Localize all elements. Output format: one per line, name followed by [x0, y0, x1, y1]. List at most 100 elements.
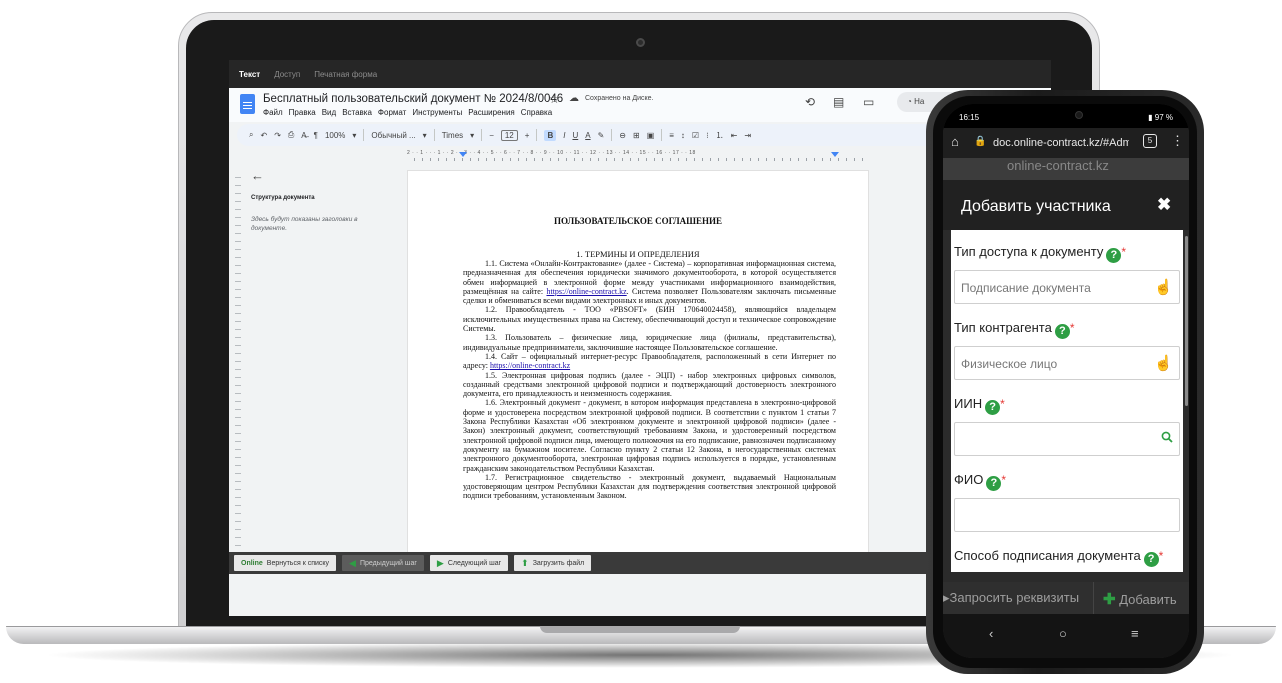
checklist-icon[interactable]: ☑ — [692, 131, 699, 140]
tab-count-button[interactable]: 5 — [1143, 134, 1157, 148]
search-icon[interactable] — [1161, 431, 1173, 443]
menu-format[interactable]: Формат — [378, 108, 406, 117]
menu-insert[interactable]: Вставка — [342, 108, 372, 117]
help-icon[interactable]: ? — [1054, 324, 1070, 339]
url-field[interactable]: doc.online-contract.kz/#Adm — [993, 137, 1129, 149]
more-vert-icon[interactable]: ⋮ — [1171, 133, 1184, 149]
editor-tabbar: Текст Доступ Печатная форма — [229, 60, 1051, 88]
agreement-title: ПОЛЬЗОВАТЕЛЬСКОЕ СОГЛАШЕНИЕ — [553, 216, 723, 226]
menu-view[interactable]: Вид — [322, 108, 336, 117]
paragraph-1-4: 1.4. Сайт – официальный интернет-ресурс … — [463, 352, 836, 371]
arrow-left-icon[interactable]: ← — [251, 168, 264, 183]
required-mark: * — [1001, 473, 1007, 487]
menu-tools[interactable]: Инструменты — [412, 108, 462, 117]
modal-scrollbar[interactable] — [1185, 236, 1188, 406]
required-mark: * — [1121, 245, 1127, 259]
italic-button[interactable]: I — [563, 131, 565, 140]
paint-format-icon[interactable]: ¶ — [314, 131, 318, 140]
print-icon[interactable]: ⎙ — [288, 130, 294, 140]
image-icon[interactable]: ▣ — [647, 131, 655, 140]
menu-help[interactable]: Справка — [521, 108, 552, 117]
paragraph-1-1: 1.1. Система «Онлайн-Контрактование» (да… — [463, 259, 836, 305]
help-icon[interactable]: ? — [1106, 248, 1122, 263]
paragraph-1-7: 1.7. Регистрационное свидетельство - эле… — [463, 472, 836, 501]
add-button[interactable]: ✚ Добавить — [1103, 590, 1177, 608]
site-link[interactable]: https://online-contract.kz — [490, 361, 570, 370]
tab-access[interactable]: Доступ — [274, 70, 300, 79]
chevron-down-icon: ▾ — [422, 130, 427, 140]
help-icon[interactable]: ? — [986, 476, 1002, 491]
home-icon[interactable]: ⌂ — [951, 134, 959, 149]
paragraph-1-6: 1.6. Электронный документ - документ, в … — [463, 398, 836, 473]
tab-print-form[interactable]: Печатная форма — [314, 70, 377, 79]
link-icon[interactable]: ⊖ — [619, 131, 626, 140]
comment-add-icon[interactable]: ⊞ — [633, 131, 640, 140]
left-indent-marker[interactable] — [459, 152, 467, 157]
font-size-decrease-icon[interactable]: − — [489, 131, 494, 140]
arrow-right-icon: ▶ — [436, 557, 444, 568]
style-select[interactable]: Обычный ... — [371, 131, 415, 140]
undo-icon[interactable]: ↶ — [260, 131, 267, 140]
saved-status: Сохранено на Диске. — [585, 95, 654, 102]
button-label: Предыдущий шаг — [359, 559, 417, 567]
spellcheck-icon[interactable]: A̶ — [301, 131, 306, 140]
tab-text[interactable]: Текст — [239, 70, 260, 79]
google-docs-icon[interactable] — [240, 94, 255, 114]
menu-edit[interactable]: Правка — [289, 108, 316, 117]
zoom-select[interactable]: 100% — [325, 131, 345, 140]
browser-address-bar: ⌂ 🔒 doc.online-contract.kz/#Adm 5 ⋮ — [943, 128, 1189, 158]
indent-decrease-icon[interactable]: ⇤ — [731, 131, 738, 140]
previous-step-button[interactable]: ◀ Предыдущий шаг — [342, 555, 424, 571]
horizontal-ruler[interactable]: 2 · · 1 · · · 1 · · 2 · · 3 · · 4 · · 5 … — [407, 150, 867, 162]
line-spacing-icon[interactable]: ↕ — [681, 131, 685, 140]
label-text: Способ подписания документа — [954, 548, 1141, 563]
request-details-button[interactable]: ▸Запросить реквизиты — [943, 590, 1079, 606]
right-indent-marker[interactable] — [831, 152, 839, 157]
font-size-input[interactable]: 12 — [500, 129, 518, 141]
full-name-input[interactable] — [954, 498, 1180, 532]
document-page[interactable]: ПОЛЬЗОВАТЕЛЬСКОЕ СОГЛАШЕНИЕ 1. ТЕРМИНЫ И… — [407, 170, 869, 560]
menu-file[interactable]: Файл — [263, 108, 283, 117]
help-icon[interactable]: ? — [985, 400, 1001, 415]
font-select[interactable]: Times — [442, 131, 463, 140]
iin-input[interactable] — [954, 422, 1180, 456]
align-icon[interactable]: ≡ — [669, 131, 674, 140]
redo-icon[interactable]: ↷ — [274, 131, 281, 140]
close-icon[interactable]: ✖ — [1157, 195, 1171, 215]
lock-icon[interactable]: 🔒 — [974, 136, 986, 147]
search-menus-icon[interactable]: ⌕ — [249, 130, 253, 140]
access-type-select[interactable]: Подписание документа ☝ — [954, 270, 1180, 304]
modal-body: Тип доступа к документу? * Подписание док… — [951, 230, 1183, 572]
battery-level: ▮ 97 % — [1148, 113, 1173, 122]
help-icon[interactable]: ? — [1143, 552, 1159, 567]
underline-button[interactable]: U — [572, 131, 578, 140]
document-body: 1.1. Система «Онлайн-Контрактование» (да… — [463, 259, 836, 501]
highlight-icon[interactable]: ✎ — [598, 131, 605, 140]
menu-extensions[interactable]: Расширения — [468, 108, 515, 117]
button-label: Следующий шаг — [447, 559, 502, 567]
next-step-button[interactable]: ▶ Следующий шаг — [429, 555, 509, 571]
nav-back-icon[interactable]: ‹ — [989, 626, 993, 641]
cloud-saved-icon[interactable]: ☁ — [569, 93, 579, 104]
comments-icon[interactable]: ▤ — [833, 95, 844, 109]
indent-increase-icon[interactable]: ⇥ — [744, 131, 751, 140]
upload-file-button[interactable]: ⬆ Загрузить файл — [514, 555, 592, 571]
back-to-list-button[interactable]: Online Вернуться к списку — [234, 555, 337, 571]
site-header-behind: online-contract.kz — [943, 158, 1189, 180]
text-color-button[interactable]: A — [585, 131, 590, 140]
bold-button[interactable]: B — [544, 129, 557, 141]
button-label: Добавить — [1119, 592, 1177, 607]
nav-recents-icon[interactable]: ≡ — [1131, 626, 1139, 641]
nav-home-icon[interactable]: ○ — [1059, 626, 1067, 641]
font-size-increase-icon[interactable]: + — [525, 131, 530, 140]
numbered-list-icon[interactable]: ⒈ — [716, 130, 724, 141]
history-icon[interactable]: ⟲ — [805, 95, 815, 109]
required-mark: * — [1000, 397, 1005, 411]
site-link[interactable]: https://online-contract.kz — [546, 287, 626, 296]
meet-icon[interactable]: ▭ — [863, 95, 874, 109]
document-title[interactable]: Бесплатный пользовательский документ № 2… — [263, 93, 563, 105]
counterparty-type-select[interactable]: Физическое лицо ☝ — [954, 346, 1180, 380]
star-icon[interactable]: ☆ — [549, 92, 560, 106]
bulleted-list-icon[interactable]: ⁝ — [706, 131, 709, 140]
site-name: online-contract.kz — [1007, 158, 1109, 173]
